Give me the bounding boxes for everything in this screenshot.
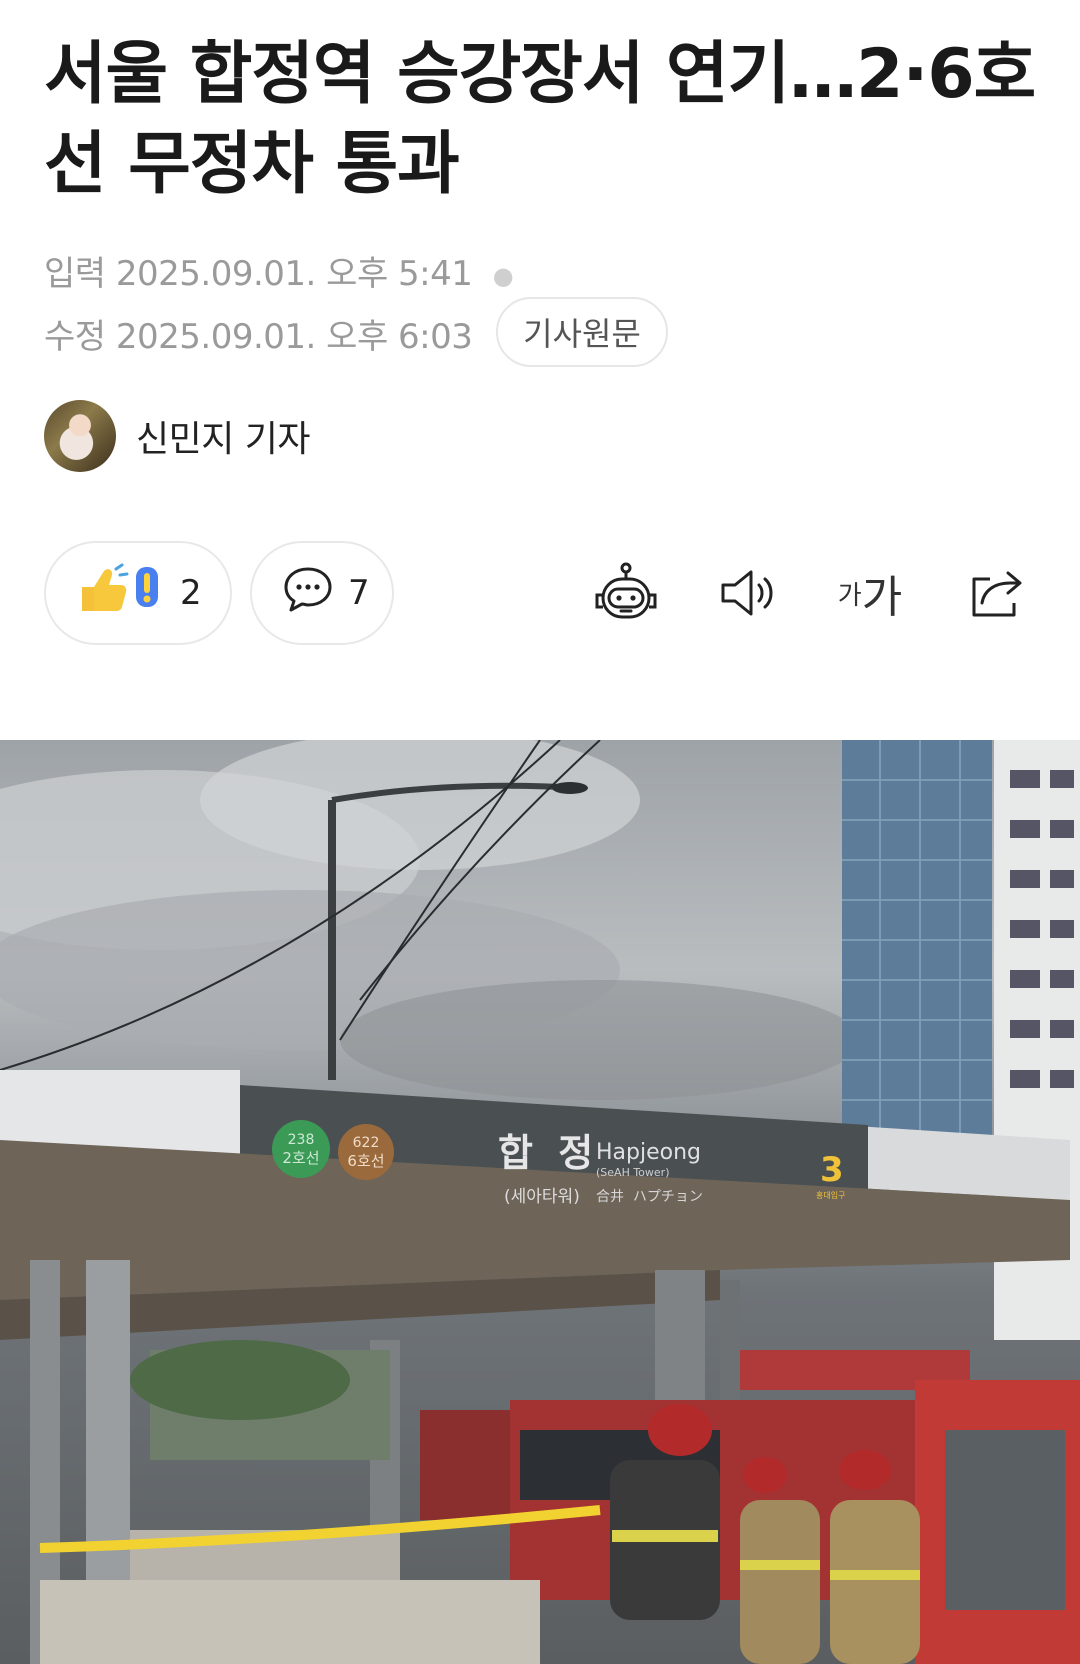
station-name-korean-sub: (세아타워)	[504, 1187, 580, 1207]
speaker-icon	[721, 570, 773, 616]
input-time: 2025.09.01. 오후 5:41	[115, 254, 473, 294]
share-button[interactable]	[956, 553, 1036, 633]
reaction-count: 2	[180, 573, 202, 613]
article-photo[interactable]: 238 2호선 622 6호선 합 정 Hapjeong (SeAH Tower…	[0, 740, 1080, 1664]
line6-badge: 622 6호선	[338, 1124, 394, 1180]
share-icon	[972, 571, 1022, 617]
text-to-speech-button[interactable]	[708, 553, 788, 633]
exit-sub: 홍대입구	[816, 1191, 846, 1200]
original-article-button[interactable]: 기사원문	[496, 297, 668, 367]
reporter-avatar[interactable]	[44, 400, 116, 472]
font-size-large-glyph: 가	[861, 572, 903, 623]
exit-number: 3	[820, 1150, 844, 1190]
station-name-roman: Hapjeong	[596, 1140, 702, 1165]
reaction-thumbs-icon	[76, 561, 166, 626]
modified-timestamp: 수정 2025.09.01. 오후 6:03	[44, 309, 473, 358]
line6-label: 6호선	[347, 1152, 385, 1170]
modified-time: 2025.09.01. 오후 6:03	[115, 317, 473, 357]
line2-label: 2호선	[282, 1149, 320, 1167]
modified-label: 수정	[44, 317, 106, 357]
robot-icon	[595, 562, 657, 619]
reporter-name[interactable]: 신민지 기자	[136, 410, 311, 462]
font-size-small-glyph: 가	[837, 580, 862, 611]
line2-number: 238	[287, 1132, 315, 1148]
input-timestamp: 입력 2025.09.01. 오후 5:41 ●	[44, 246, 514, 295]
reporter-byline[interactable]: 신민지 기자	[44, 400, 311, 472]
comment-bubble-icon	[282, 564, 334, 623]
ai-summary-bot-button[interactable]	[586, 553, 666, 633]
separator-dot: ●	[492, 261, 514, 290]
station-name-sub: (SeAH Tower)	[596, 1166, 670, 1179]
font-size-button[interactable]: 가가	[830, 553, 910, 633]
input-label: 입력	[44, 254, 106, 294]
station-name-cjk: 合井 ハプチョン	[596, 1189, 703, 1205]
line2-badge: 238 2호선	[272, 1120, 330, 1178]
comment-count: 7	[348, 573, 370, 613]
reaction-button[interactable]: 2	[44, 541, 232, 645]
station-name-korean: 합 정	[498, 1131, 600, 1175]
line6-number: 622	[352, 1135, 380, 1151]
article-headline: 서울 합정역 승강장서 연기…2·6호선 무정차 통과	[44, 35, 1036, 204]
comment-button[interactable]: 7	[250, 541, 394, 645]
